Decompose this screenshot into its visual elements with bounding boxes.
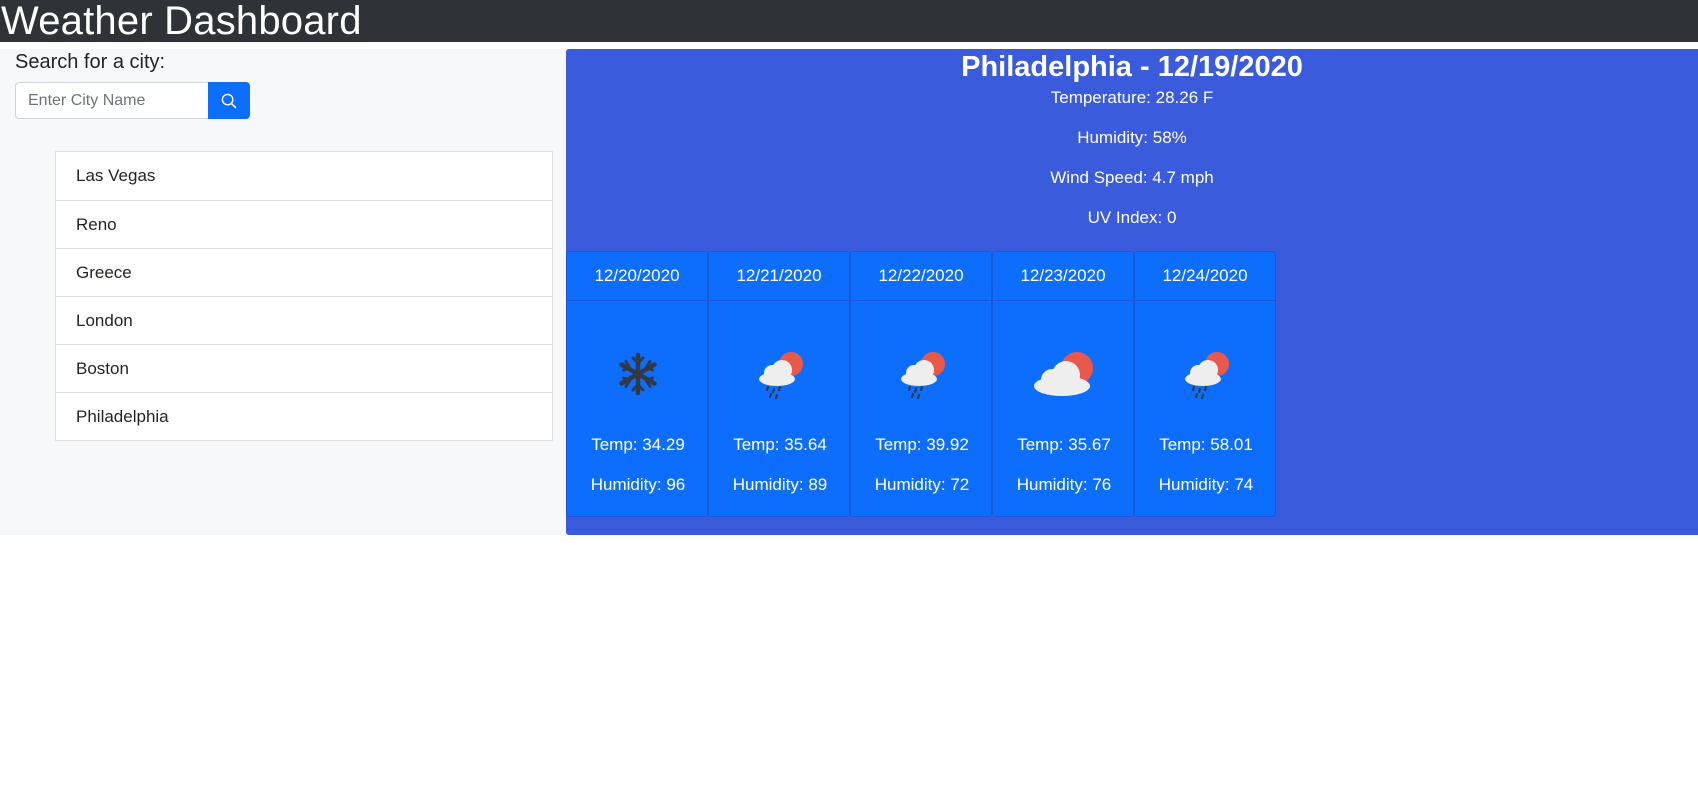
forecast-temp: Temp: 35.64 xyxy=(733,435,827,454)
history-item-greece[interactable]: Greece xyxy=(56,248,552,296)
forecast-date: 12/24/2020 xyxy=(1135,252,1275,301)
search-icon xyxy=(221,93,237,108)
forecast-card: 12/21/2020 Temp: 35.64 Humidity: 89 xyxy=(708,251,850,517)
current-weather-panel: Philadelphia - 12/19/2020 Temperature: 2… xyxy=(566,49,1698,535)
sun-rain-cloud-icon xyxy=(1185,352,1229,400)
snowflake-icon xyxy=(619,352,657,396)
forecast-card: 12/22/2020 Temp: 39.92 Humidity: 72 xyxy=(850,251,992,517)
history-item-reno[interactable]: Reno xyxy=(56,200,552,248)
forecast-date: 12/21/2020 xyxy=(709,252,849,301)
search-row xyxy=(15,82,250,119)
forecast-humidity: Humidity: 89 xyxy=(732,475,828,494)
forecast-temp: Temp: 58.01 xyxy=(1159,435,1253,454)
forecast-humidity: Humidity: 96 xyxy=(590,475,686,494)
forecast-date: 12/23/2020 xyxy=(993,252,1133,301)
forecast-date: 12/20/2020 xyxy=(567,252,707,301)
history-item-las-vegas[interactable]: Las Vegas xyxy=(56,152,552,200)
history-item-boston[interactable]: Boston xyxy=(56,344,552,392)
search-panel: Search for a city: Las Vegas Reno Greece… xyxy=(0,49,566,535)
navbar: Weather Dashboard xyxy=(0,0,1698,42)
sun-rain-cloud-icon xyxy=(759,352,803,400)
history-item-philadelphia[interactable]: Philadelphia xyxy=(56,392,552,440)
sun-cloud-icon xyxy=(1034,352,1093,396)
search-button[interactable] xyxy=(208,82,250,119)
forecast-temp: Temp: 34.29 xyxy=(591,435,685,454)
forecast-temp: Temp: 35.67 xyxy=(1017,435,1111,454)
current-uv-index: UV Index: 0 xyxy=(1087,208,1177,227)
forecast-row: 12/20/2020 Temp: 34.29 Humidity: 96 12/2… xyxy=(566,251,1276,517)
page-title: Weather Dashboard xyxy=(1,0,362,43)
forecast-card: 12/24/2020 Temp: 58.01 Humidity: 74 xyxy=(1134,251,1276,517)
current-wind-speed: Wind Speed: 4.7 mph xyxy=(1050,168,1214,187)
main-content: Search for a city: Las Vegas Reno Greece… xyxy=(0,49,1698,535)
forecast-humidity: Humidity: 76 xyxy=(1016,475,1112,494)
forecast-temp: Temp: 39.92 xyxy=(875,435,969,454)
forecast-humidity: Humidity: 74 xyxy=(1158,475,1254,494)
current-city-title: Philadelphia - 12/19/2020 xyxy=(961,51,1303,83)
current-humidity: Humidity: 58% xyxy=(1077,128,1187,147)
city-search-input[interactable] xyxy=(15,82,208,119)
sun-rain-cloud-icon xyxy=(901,352,945,400)
forecast-humidity: Humidity: 72 xyxy=(874,475,970,494)
search-history-list: Las Vegas Reno Greece London Boston Phil… xyxy=(55,151,553,441)
forecast-card: 12/20/2020 Temp: 34.29 Humidity: 96 xyxy=(566,251,708,517)
search-label: Search for a city: xyxy=(15,51,166,73)
forecast-date: 12/22/2020 xyxy=(851,252,991,301)
current-temperature: Temperature: 28.26 F xyxy=(1050,88,1214,107)
history-item-london[interactable]: London xyxy=(56,296,552,344)
forecast-card: 12/23/2020 Temp: 35.67 Humidity: 76 xyxy=(992,251,1134,517)
